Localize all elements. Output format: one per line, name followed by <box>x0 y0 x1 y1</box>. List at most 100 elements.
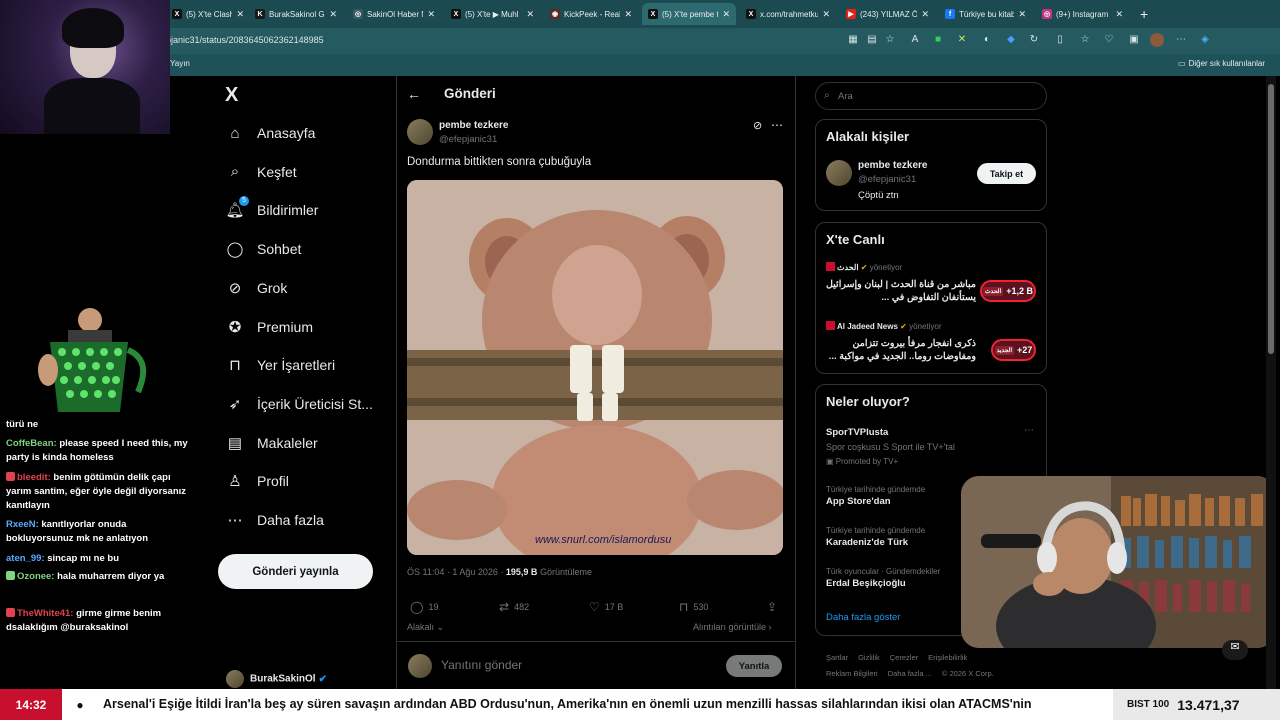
bookmark-action[interactable]: ⊓ 530 <box>679 600 708 614</box>
split-screen-icon[interactable]: ▯ <box>1053 33 1067 47</box>
follow-button[interactable]: Takip et <box>977 163 1036 184</box>
extension-icon[interactable]: ✕ <box>955 33 969 47</box>
browser-tab[interactable]: X(5) X'te Clash Re✕ <box>166 3 250 25</box>
close-tab-icon[interactable]: ✕ <box>236 9 244 20</box>
sidebar-item-profile[interactable]: ♙ Profil <box>226 466 289 496</box>
footer-link[interactable]: Gizlilik <box>858 653 880 662</box>
close-tab-icon[interactable]: ✕ <box>1018 9 1026 20</box>
browser-tab[interactable]: f Türkiye bu kitab ✕ <box>939 3 1032 25</box>
footer-link[interactable]: © 2026 X Corp. <box>942 669 994 678</box>
bookmark-yayin[interactable]: Yayın <box>170 59 190 68</box>
new-tab-button[interactable]: + <box>1140 6 1148 22</box>
browser-tab[interactable]: K BurakSakinol Gü ✕ <box>249 3 343 25</box>
post-button[interactable]: Gönderi yayınla <box>218 554 373 589</box>
chat-username[interactable]: aten_99: <box>6 553 45 564</box>
sidebar-item-grok[interactable]: ⊘ Grok <box>226 273 288 303</box>
menu-icon[interactable]: ⋯ <box>1174 33 1188 47</box>
trend-item[interactable]: Türk oyuncular · Gündemdekiler Erdal Beşi… <box>826 567 940 589</box>
view-quotes-link[interactable]: Alıntıları görüntüle › <box>693 622 772 632</box>
translate-icon[interactable]: A <box>908 33 922 47</box>
apps-icon[interactable]: ▦ <box>846 33 860 47</box>
related-name[interactable]: pembe tezkere <box>858 160 927 171</box>
avatar[interactable] <box>826 160 852 186</box>
close-tab-icon[interactable]: ✕ <box>624 9 632 20</box>
browser-tab[interactable]: ◎ SakinOl Haber M ✕ <box>347 3 441 25</box>
browser-tab[interactable]: Xx.com/trahmetku ✕ <box>740 3 836 25</box>
footer-link[interactable]: Çerezler <box>890 653 918 662</box>
footer-link[interactable]: Reklam Bilgileri <box>826 669 878 678</box>
back-arrow-icon[interactable]: ← <box>407 86 421 102</box>
show-more-link[interactable]: Daha fazla göster <box>826 612 900 623</box>
trend-item[interactable]: Türkiye tarihinde gündemde Karadeniz'de T… <box>826 526 925 548</box>
sidebar-item-search[interactable]: ⌕ Keşfet <box>226 157 297 187</box>
profile-avatar-icon[interactable] <box>1150 33 1164 47</box>
close-tab-icon[interactable]: ✕ <box>921 9 929 20</box>
extension-icon[interactable]: ■ <box>931 33 945 47</box>
reply-input[interactable] <box>441 658 701 672</box>
author-handle[interactable]: @efepjanic31 <box>439 134 497 145</box>
live-listeners-pill[interactable]: الحدث +1,2 B <box>980 280 1036 302</box>
reply-button[interactable]: Yanıtla <box>726 655 782 677</box>
sidebar-item-bookmark[interactable]: ⊓ Yer İşaretleri <box>226 350 335 380</box>
collections-icon[interactable]: ▣ <box>1127 33 1141 47</box>
extension-icon[interactable]: ◆ <box>1004 33 1018 47</box>
close-tab-icon[interactable]: ✕ <box>822 9 830 20</box>
close-tab-icon[interactable]: ✕ <box>329 9 337 20</box>
close-tab-icon[interactable]: ✕ <box>427 9 435 20</box>
chat-username[interactable]: CoffeBean: <box>6 438 57 449</box>
close-tab-icon[interactable]: ✕ <box>1115 9 1123 20</box>
reader-icon[interactable]: ▤ <box>865 33 879 47</box>
sort-relevant-dropdown[interactable]: Alakalı ⌄ <box>407 622 444 633</box>
copilot-icon[interactable]: ◈ <box>1198 33 1212 47</box>
close-tab-icon[interactable]: ✕ <box>526 9 534 20</box>
more-options-icon[interactable]: ⋯ <box>771 118 783 132</box>
refresh-icon[interactable]: ↻ <box>1027 33 1041 47</box>
scrollbar-thumb[interactable] <box>1268 84 1274 354</box>
close-tab-icon[interactable]: ✕ <box>722 9 730 20</box>
chat-username[interactable]: Ozonee: <box>17 571 54 582</box>
author-name[interactable]: pembe tezkere <box>439 120 508 131</box>
post-media-image[interactable]: www.snurl.com/islamordusu <box>407 180 783 555</box>
browser-tab[interactable]: ▶ (243) YILMAZ ÖZ ✕ <box>840 3 935 25</box>
browser-tab[interactable]: X (5) X'te pembe te ✕ <box>642 3 736 25</box>
trend-item[interactable]: Türkiye tarihinde gündemde App Store'dan <box>826 485 925 507</box>
promo-name[interactable]: SporTVPlusta <box>826 427 888 438</box>
sidebar-item-chat[interactable]: ◯ Sohbet <box>226 234 302 264</box>
footer-link[interactable]: Şartlar <box>826 653 848 662</box>
address-bar[interactable]: pjanic31/status/2083645062362148985 <box>166 35 324 45</box>
messages-icon[interactable]: ✉ <box>1222 640 1248 660</box>
sidebar-item-more[interactable]: ⋯ Daha fazla <box>226 505 324 535</box>
sidebar-item-bell[interactable]: 🔔︎ 5 Bildirimler <box>225 195 318 225</box>
star-icon[interactable]: ☆ <box>883 33 897 47</box>
other-bookmarks[interactable]: ▭ Diğer sık kullanılanlar <box>1178 59 1265 68</box>
scrollbar[interactable] <box>1266 76 1276 689</box>
sidebar-item-premium[interactable]: ✪ Premium <box>226 312 313 342</box>
browser-tab[interactable]: ◎ (9+) Instagram ✕ <box>1036 3 1129 25</box>
live-source[interactable]: الحدث ✔ yönetiyor <box>826 262 902 272</box>
footer-link[interactable]: Daha fazla ... <box>888 669 932 678</box>
performance-icon[interactable]: ♡ <box>1102 33 1116 47</box>
chat-username[interactable]: bleedit: <box>17 472 51 483</box>
sidebar-item-rocket[interactable]: ➶ İçerik Üreticisi St... <box>226 389 373 419</box>
sidebar-item-article[interactable]: ▤ Makaleler <box>226 428 318 458</box>
reply-action[interactable]: ◯ 19 <box>410 600 438 614</box>
chat-username[interactable]: TheWhite41: <box>17 608 73 619</box>
avatar[interactable] <box>407 119 433 145</box>
x-logo-icon[interactable]: X <box>225 84 238 107</box>
browser-tab[interactable]: X (5) X'te ▶ Muhl ✕ <box>445 3 540 25</box>
more-options-icon[interactable]: ⋯ <box>1024 425 1034 436</box>
search-input[interactable]: ⌕ Ara <box>815 82 1047 110</box>
account-switcher[interactable]: BurakSakinOl ✔ <box>226 670 386 690</box>
live-title[interactable]: ذكرى انفجار مرفأ بيروت تتزامن ومفاوضات ر… <box>826 337 976 363</box>
share-action[interactable]: ⇪ <box>767 600 782 614</box>
extension-icon[interactable]: ◐ <box>980 33 994 47</box>
repost-action[interactable]: ⇄ 482 <box>499 600 529 614</box>
chat-username[interactable]: RxeeN: <box>6 519 39 530</box>
live-title[interactable]: مباشر من قناة الحدث | لبنان وإسرائيل يست… <box>826 278 976 304</box>
live-source[interactable]: Al Jadeed News ✔ yönetiyor <box>826 321 942 331</box>
favorites-icon[interactable]: ☆ <box>1078 33 1092 47</box>
like-action[interactable]: ♡ 17 B <box>589 600 623 614</box>
browser-tab[interactable]: ◉ KickPeek - Real-t ✕ <box>544 3 638 25</box>
grok-icon[interactable]: ⊘ <box>753 119 762 132</box>
related-handle[interactable]: @efepjanic31 <box>858 174 916 185</box>
